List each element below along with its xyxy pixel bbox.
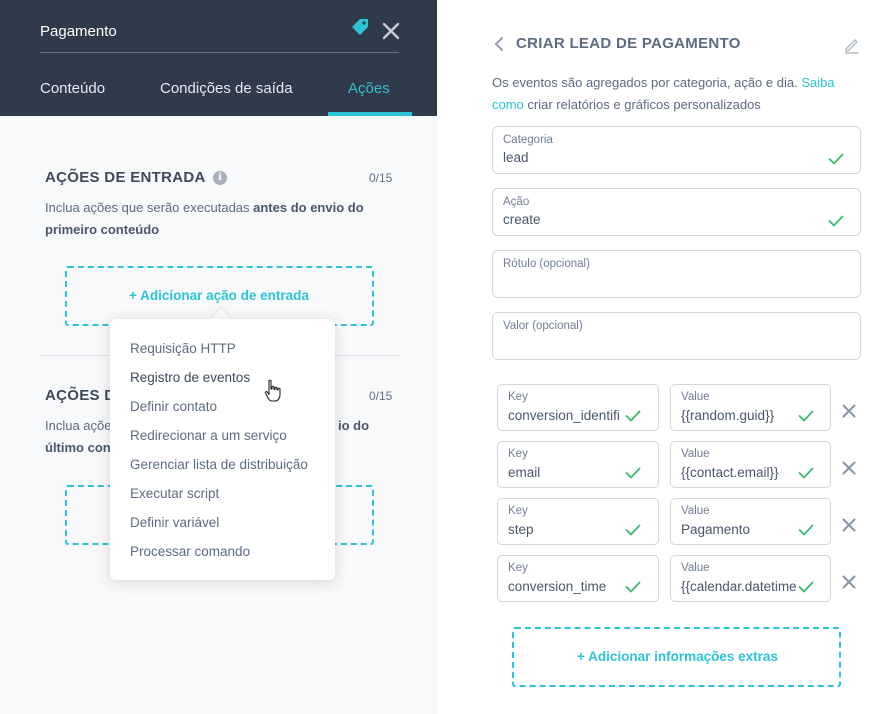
event-description: Os eventos são agregados por categoria, … (492, 72, 867, 116)
menu-item-definir-variavel[interactable]: Definir variável (130, 515, 219, 530)
key-value[interactable]: conversion_time (508, 579, 620, 594)
check-icon (828, 153, 844, 165)
tab-acoes[interactable]: Ações (348, 80, 390, 97)
extra-key-field-1[interactable]: Key conversion_identifier (497, 384, 659, 431)
delete-x-icon[interactable] (842, 461, 856, 475)
category-value[interactable]: lead (503, 150, 529, 165)
key-value[interactable]: email (508, 465, 620, 480)
value-label: Value (681, 562, 710, 574)
menu-item-processar-comando[interactable]: Processar comando (130, 544, 250, 559)
menu-item-definir-contato[interactable]: Definir contato (130, 399, 217, 414)
back-chevron-icon[interactable] (493, 36, 505, 52)
value-label: Value (681, 391, 710, 403)
check-icon (798, 410, 814, 422)
tab-condicoes-saida[interactable]: Condições de saída (160, 80, 293, 97)
extra-key-field-2[interactable]: Key email (497, 441, 659, 488)
check-icon (625, 410, 641, 422)
entry-actions-title: AÇÕES DE ENTRADA (45, 169, 206, 186)
value-value[interactable]: {{contact.email}} (681, 465, 797, 480)
value-field-label: Valor (opcional) (503, 320, 583, 332)
check-icon (798, 581, 814, 593)
extra-value-field-2[interactable]: Value {{contact.email}} (670, 441, 831, 488)
extra-key-field-4[interactable]: Key conversion_time (497, 555, 659, 602)
key-value[interactable]: step (508, 522, 620, 537)
key-value[interactable]: conversion_identifier (508, 408, 620, 423)
event-desc-text: Os eventos são agregados por categoria, … (492, 75, 802, 90)
check-icon (798, 467, 814, 479)
exit-desc-bold-end: io do (338, 418, 370, 433)
delete-x-icon[interactable] (842, 575, 856, 589)
tag-icon[interactable] (350, 17, 370, 37)
value-value[interactable]: Pagamento (681, 522, 797, 537)
check-icon (625, 581, 641, 593)
add-entry-action-button[interactable]: + Adicionar ação de entrada (129, 288, 309, 303)
entry-desc-text: Inclua ações que serão executadas (45, 200, 254, 215)
key-label: Key (508, 505, 528, 517)
check-icon (828, 215, 844, 227)
delete-x-icon[interactable] (842, 518, 856, 532)
key-label: Key (508, 448, 528, 460)
info-icon[interactable]: i (213, 171, 227, 185)
event-desc-rest: criar relatórios e gráficos personalizad… (523, 97, 761, 112)
menu-item-gerenciar-lista[interactable]: Gerenciar lista de distribuição (130, 457, 308, 472)
action-field[interactable]: Ação create (492, 188, 861, 236)
add-extra-info-button[interactable]: + Adicionar informações extras (577, 649, 778, 664)
extra-value-field-4[interactable]: Value {{calendar.datetime}} (670, 555, 831, 602)
block-title-input[interactable]: Pagamento (40, 23, 117, 40)
entry-actions-counter: 0/15 (369, 171, 393, 185)
active-tab-indicator (328, 112, 412, 116)
close-icon[interactable] (382, 22, 400, 40)
page-title: CRIAR LEAD DE PAGAMENTO (516, 35, 741, 52)
category-field[interactable]: Categoria lead (492, 126, 861, 174)
value-field[interactable]: Valor (opcional) (492, 312, 861, 360)
exit-desc-bold: último con (45, 440, 111, 455)
exit-desc-line1: Inclua açõe (45, 418, 112, 433)
value-label: Value (681, 505, 710, 517)
extra-value-field-1[interactable]: Value {{random.guid}} (670, 384, 831, 431)
menu-item-requisicao-http[interactable]: Requisição HTTP (130, 341, 236, 356)
edit-pencil-icon[interactable] (843, 36, 861, 54)
category-label: Categoria (503, 134, 553, 146)
exit-actions-title: AÇÕES D (45, 387, 116, 404)
exit-desc-line1-end: io do (338, 415, 369, 437)
value-value[interactable]: {{random.guid}} (681, 408, 797, 423)
value-label: Value (681, 448, 710, 460)
menu-item-executar-script[interactable]: Executar script (130, 486, 219, 501)
menu-item-redirecionar-servico[interactable]: Redirecionar a um serviço (130, 428, 287, 443)
entry-actions-description: Inclua ações que serão executadas antes … (45, 197, 395, 241)
check-icon (798, 524, 814, 536)
action-type-dropdown (110, 319, 335, 580)
extra-value-field-3[interactable]: Value Pagamento (670, 498, 831, 545)
left-panel: Pagamento Conteúdo Condições de saída Aç… (0, 0, 437, 714)
extra-key-field-3[interactable]: Key step (497, 498, 659, 545)
exit-desc-line2: último con (45, 437, 111, 459)
key-label: Key (508, 562, 528, 574)
action-label: Ação (503, 196, 530, 208)
label-field[interactable]: Rótulo (opcional) (492, 250, 861, 298)
key-label: Key (508, 391, 528, 403)
menu-item-registro-eventos[interactable]: Registro de eventos (130, 370, 250, 385)
label-field-label: Rótulo (opcional) (503, 258, 590, 270)
exit-actions-counter: 0/15 (369, 389, 393, 403)
panel-header: Pagamento Conteúdo Condições de saída Aç… (0, 0, 437, 116)
cursor-hand-icon (264, 379, 281, 402)
check-icon (625, 524, 641, 536)
title-underline (40, 52, 399, 53)
check-icon (625, 467, 641, 479)
delete-x-icon[interactable] (842, 404, 856, 418)
tab-conteudo[interactable]: Conteúdo (40, 80, 105, 97)
value-value[interactable]: {{calendar.datetime}} (681, 579, 797, 594)
action-value[interactable]: create (503, 212, 541, 227)
